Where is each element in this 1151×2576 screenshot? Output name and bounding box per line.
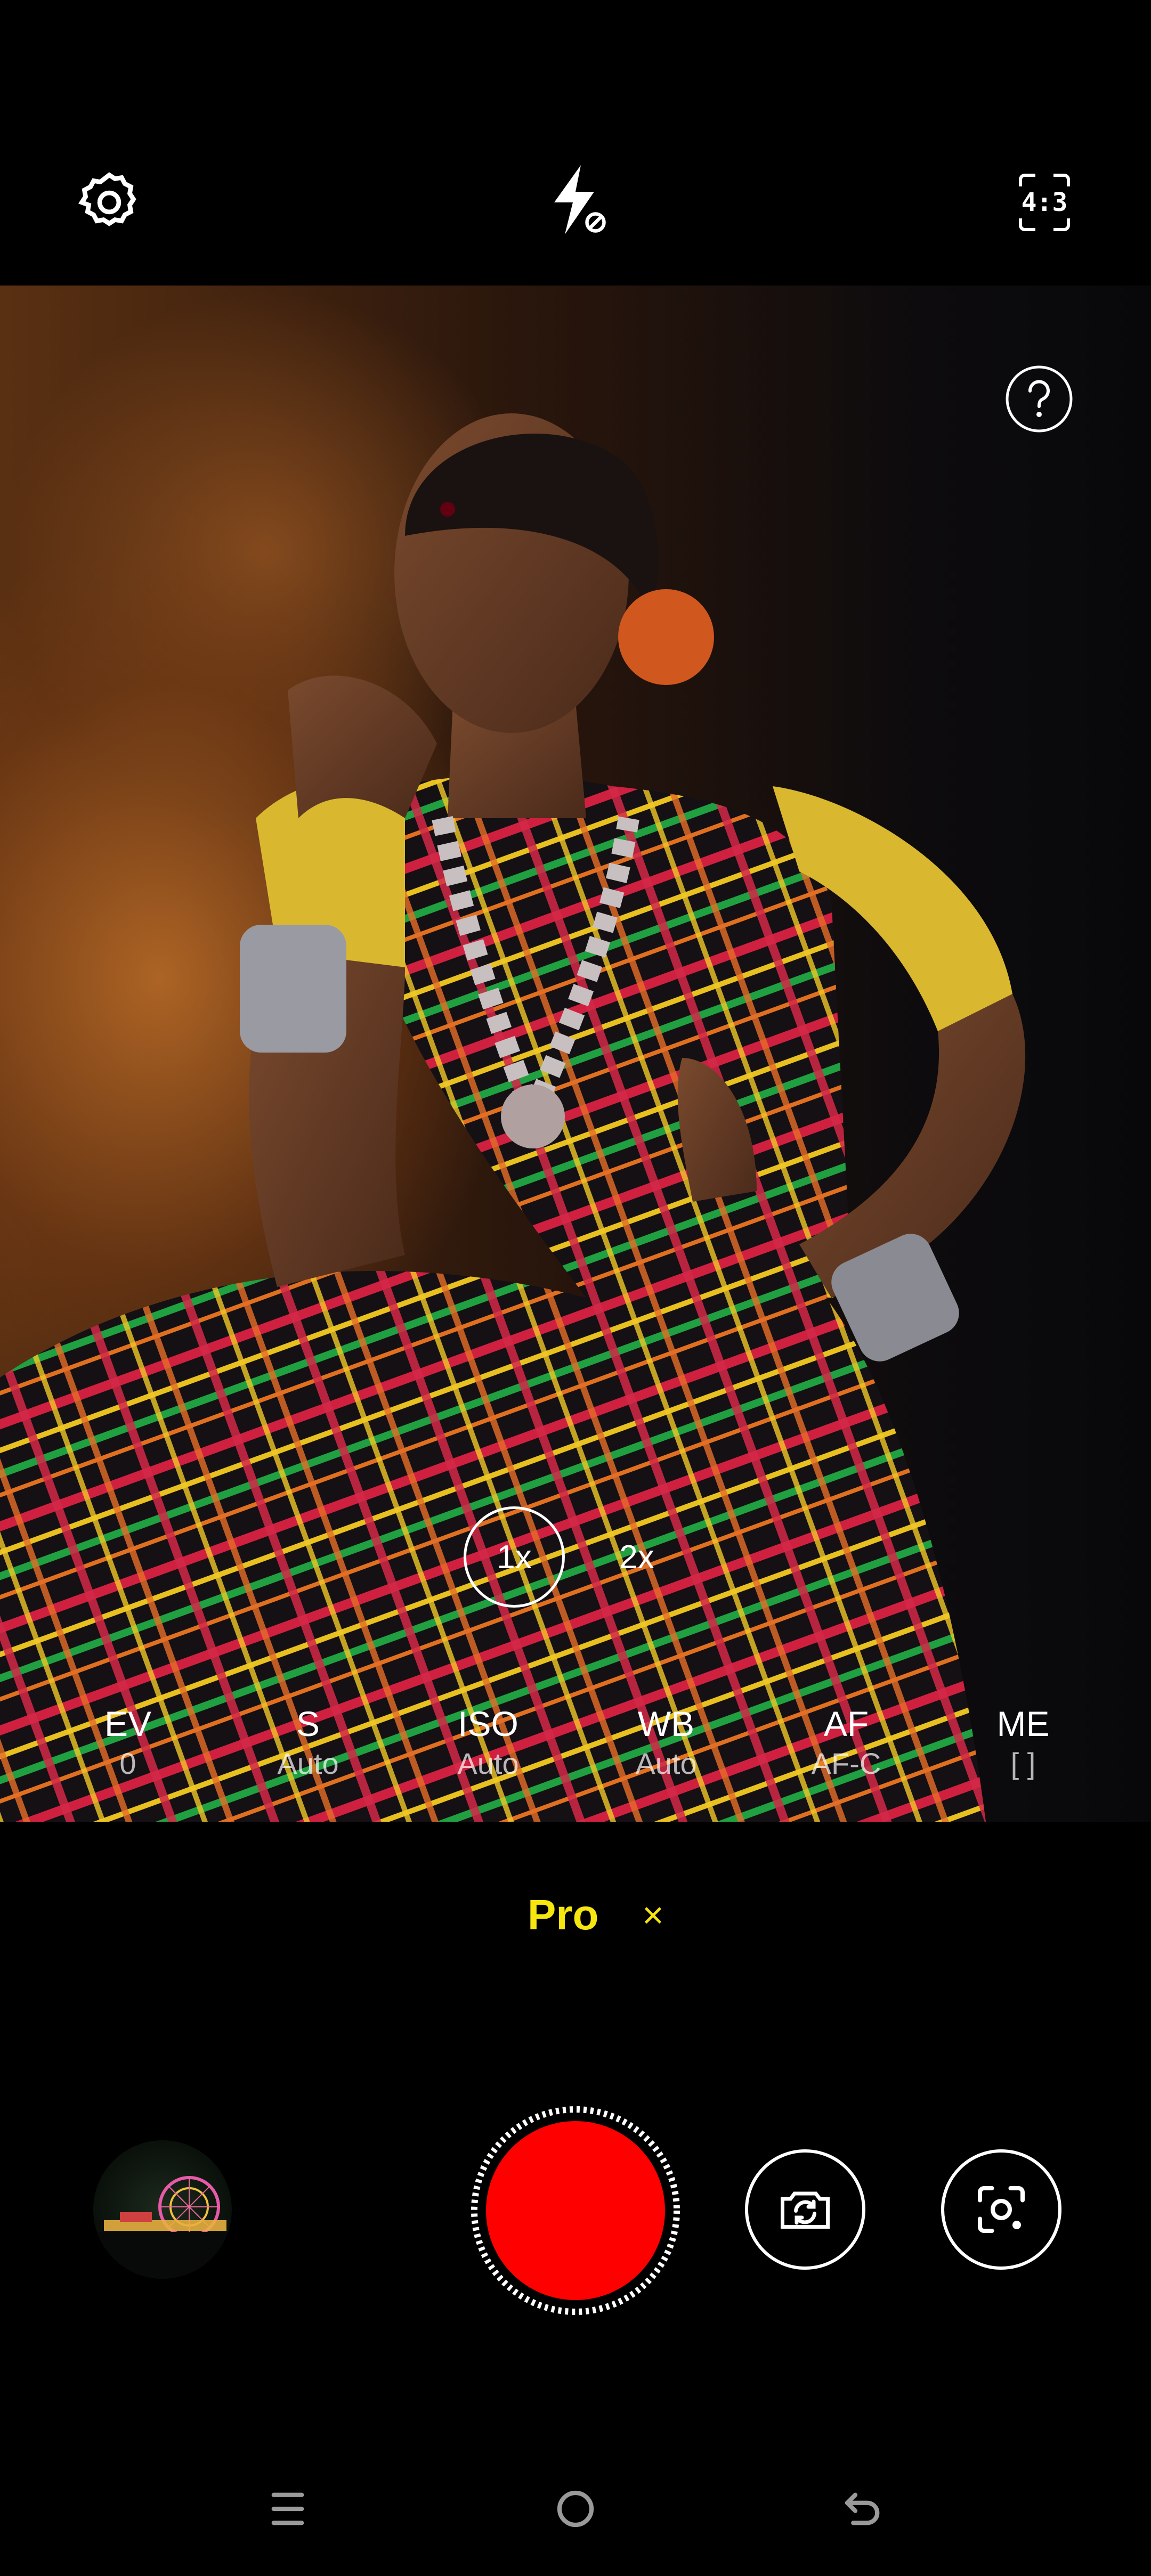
zoom-1x-button[interactable]: 1x xyxy=(464,1506,565,1608)
mode-label-pro[interactable]: Pro xyxy=(528,1886,598,1944)
question-mark-icon xyxy=(1006,365,1073,433)
param-autofocus[interactable]: AF AF-C xyxy=(777,1702,915,1782)
param-s-name: S xyxy=(296,1704,320,1743)
param-iso-value: Auto xyxy=(457,1747,519,1780)
flash-off-icon xyxy=(554,165,606,234)
pro-parameters-bar: EV 0 S Auto ISO Auto WB Auto AF AF-C ME … xyxy=(0,1702,1151,1809)
gallery-thumbnail[interactable] xyxy=(93,2140,232,2279)
param-wb-value: Auto xyxy=(635,1747,697,1780)
param-ev-value: 0 xyxy=(119,1747,136,1780)
param-wb-name: WB xyxy=(637,1704,695,1743)
home-button[interactable] xyxy=(544,2477,607,2541)
param-metering[interactable]: ME [ ] xyxy=(954,1702,1092,1782)
shutter-button[interactable] xyxy=(469,2104,682,2317)
param-ev[interactable]: EV 0 xyxy=(59,1702,197,1782)
param-s-value: Auto xyxy=(277,1747,339,1780)
zoom-2x-label: 2x xyxy=(619,1538,654,1576)
param-shutter-speed[interactable]: S Auto xyxy=(239,1702,377,1782)
param-me-value: [ ] xyxy=(1010,1747,1036,1780)
mode-close-button[interactable]: × xyxy=(642,1886,664,1944)
param-me-name: ME xyxy=(996,1704,1050,1743)
system-navigation-bar xyxy=(0,2450,1151,2576)
switch-camera-button[interactable] xyxy=(745,2149,865,2270)
preview-image xyxy=(0,413,1026,1822)
back-icon xyxy=(845,2492,880,2525)
switch-camera-icon xyxy=(781,2191,830,2229)
zoom-1x-label: 1x xyxy=(497,1538,532,1576)
gear-icon xyxy=(78,172,136,226)
param-iso[interactable]: ISO Auto xyxy=(419,1702,557,1782)
lens-button[interactable] xyxy=(941,2149,1061,2270)
param-ev-name: EV xyxy=(104,1704,152,1743)
aspect-ratio-button[interactable]: 4:3 xyxy=(1010,168,1079,237)
menu-icon xyxy=(271,2492,304,2525)
help-button[interactable] xyxy=(1004,364,1074,434)
scan-lens-icon xyxy=(978,2186,1025,2233)
param-af-name: AF xyxy=(823,1704,869,1743)
param-iso-name: ISO xyxy=(458,1704,518,1743)
top-bar: 4:3 xyxy=(0,0,1151,286)
back-button[interactable] xyxy=(831,2477,895,2541)
aspect-ratio-label: 4:3 xyxy=(1021,188,1068,217)
shutter-ring xyxy=(471,2106,680,2315)
camera-viewfinder[interactable]: 1x 2x EV 0 S Auto ISO Auto WB Auto AF AF… xyxy=(0,286,1151,1822)
home-icon xyxy=(557,2490,594,2528)
flash-button[interactable] xyxy=(538,160,613,240)
param-af-value: AF-C xyxy=(811,1747,881,1780)
zoom-2x-button[interactable]: 2x xyxy=(586,1506,687,1608)
menu-button[interactable] xyxy=(256,2477,320,2541)
settings-button[interactable] xyxy=(72,165,147,240)
ferris-wheel-thumbnail-image xyxy=(93,2176,232,2279)
param-white-balance[interactable]: WB Auto xyxy=(597,1702,735,1782)
mode-selector: Pro × xyxy=(0,1886,1151,1944)
